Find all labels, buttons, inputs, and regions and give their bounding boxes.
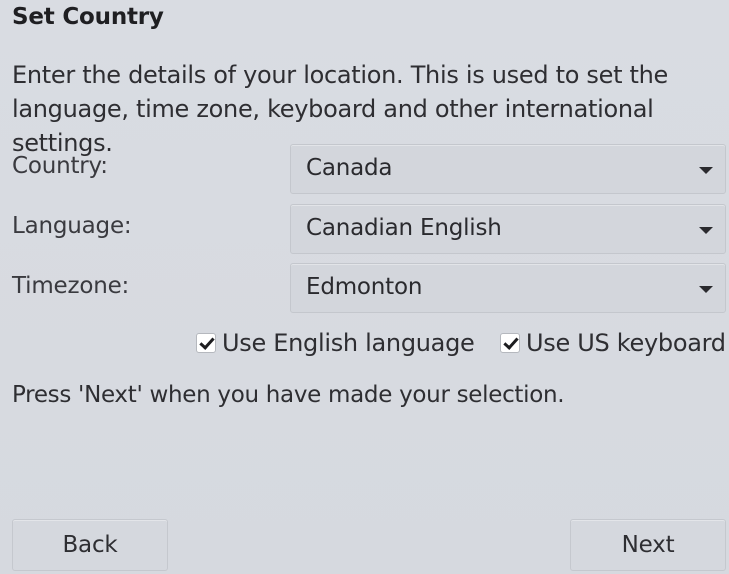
language-dropdown[interactable]: Canadian English xyxy=(290,204,726,254)
dropdown-arrow-icon xyxy=(699,286,713,293)
use-english-language-label: Use English language xyxy=(222,329,475,357)
language-dropdown-value: Canadian English xyxy=(306,215,502,241)
timezone-label: Timezone: xyxy=(12,273,130,299)
use-english-language-checkbox[interactable]: Use English language xyxy=(196,329,475,357)
dropdown-arrow-icon xyxy=(699,227,713,234)
set-country-dialog: Set Country Enter the details of your lo… xyxy=(0,0,729,574)
language-label: Language: xyxy=(12,213,132,239)
timezone-dropdown-value: Edmonton xyxy=(306,274,423,300)
instruction-text: Press 'Next' when you have made your sel… xyxy=(12,382,565,408)
back-button[interactable]: Back xyxy=(12,519,168,571)
dropdown-arrow-icon xyxy=(699,167,713,174)
use-us-keyboard-label: Use US keyboard xyxy=(526,329,726,357)
country-label: Country: xyxy=(12,153,108,179)
timezone-dropdown[interactable]: Edmonton xyxy=(290,263,726,313)
use-us-keyboard-checkbox[interactable]: Use US keyboard xyxy=(500,329,726,357)
checkmark-icon[interactable] xyxy=(196,333,216,353)
country-dropdown-value: Canada xyxy=(306,155,393,181)
country-dropdown[interactable]: Canada xyxy=(290,144,726,194)
dialog-title: Set Country xyxy=(12,4,164,30)
next-button[interactable]: Next xyxy=(570,519,726,571)
checkmark-icon[interactable] xyxy=(500,333,520,353)
